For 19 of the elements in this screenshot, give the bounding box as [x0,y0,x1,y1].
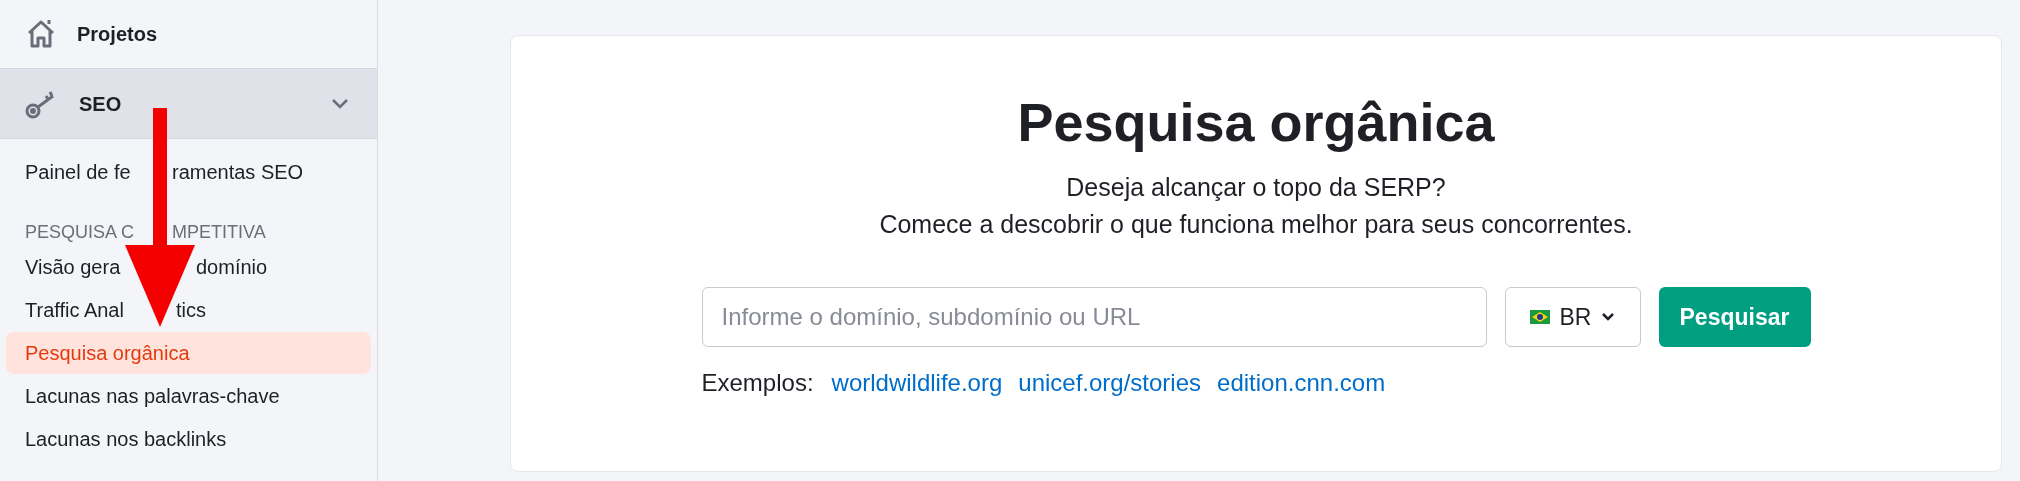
sidebar-item[interactable]: Traffic Anal tics [6,289,371,331]
sidebar-item[interactable]: Pesquisa orgânica [6,332,371,374]
example-link[interactable]: unicef.org/stories [1018,364,1202,401]
section-label: SEO [79,91,123,117]
page-title: Pesquisa orgânica [1017,91,1495,154]
sidebar-item[interactable]: Lacunas nas palavras-chave [6,375,371,417]
domain-input-field[interactable]: Informe o domínio, subdomínio ou URL [701,286,1487,347]
sidebar-section[interactable]: SEO [0,68,377,139]
sidebar-item[interactable]: Projetos [77,19,158,49]
country-dropdown[interactable]: BR [1504,286,1641,347]
sidebar-item[interactable]: Lacunas nos backlinks [6,418,371,460]
section-heading: PESQUISA C MPETITIVA [24,221,267,244]
example-link[interactable]: worldwildlife.org [831,364,1003,401]
sidebar-item[interactable]: Visão gera domínio [6,246,371,288]
example-link[interactable]: edition.cnn.com [1217,364,1386,401]
subtitle-text: Deseja alcançar o topo da SERP? [1066,171,1446,203]
sidebar-item[interactable]: Painel de fe ramentas SEO [6,153,371,191]
subtitle-text: Comece a descobrir o que funciona melhor para seus concorrentes. [879,208,1633,240]
examples-label: Exemplos: [701,367,814,398]
